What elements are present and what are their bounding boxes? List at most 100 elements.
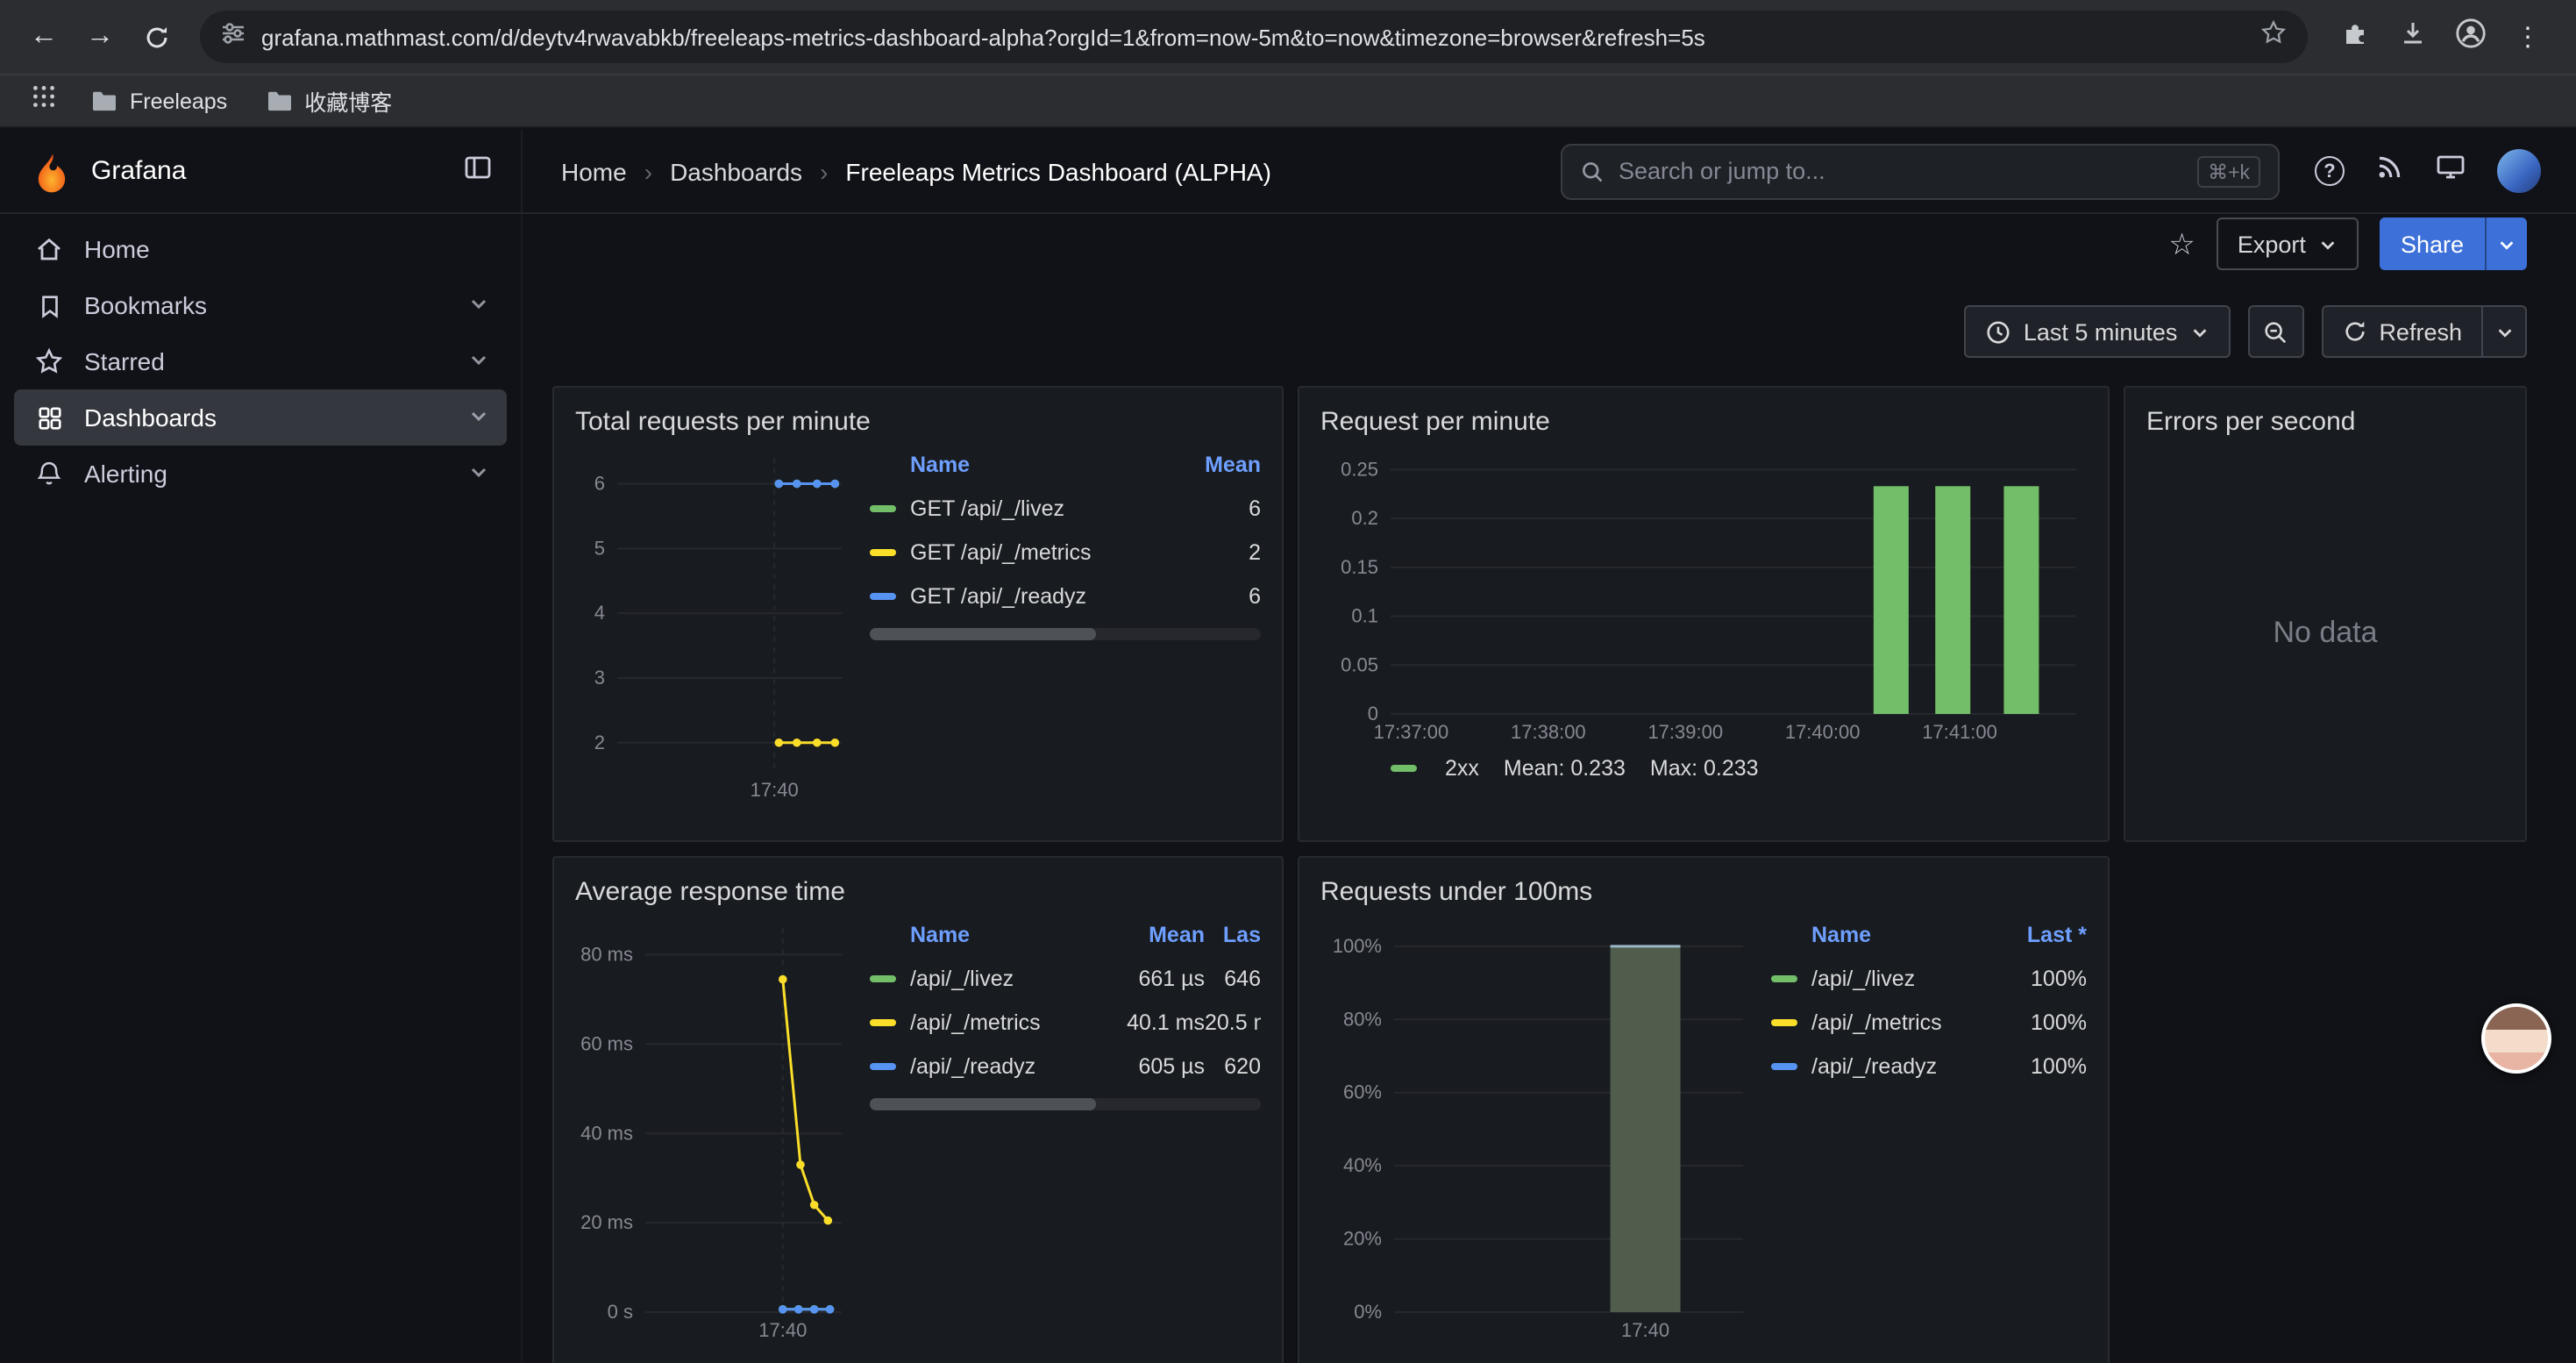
chevron-down-icon[interactable] [468,347,489,375]
refresh-interval-caret[interactable] [2481,305,2527,358]
legend-header-mean[interactable]: Mean [1103,923,1205,947]
panel-title[interactable]: Request per minute [1320,398,2087,444]
header-icons: ? [2280,149,2576,193]
sidebar-item-dashboards[interactable]: Dashboards [14,389,507,446]
svg-text:0.05: 0.05 [1341,653,1378,675]
legend-header-mean[interactable]: Mean [1166,453,1261,477]
legend-table: Name Last * /api/_/livez 100% [1771,914,2087,1363]
favorite-star-icon[interactable]: ☆ [2168,229,2195,259]
panel-title[interactable]: Requests under 100ms [1320,868,2087,914]
series-color-dash [1771,1062,1797,1069]
sidebar-item-alerting[interactable]: Alerting [14,446,507,502]
chevron-down-icon[interactable] [468,460,489,488]
folder-icon [91,89,117,112]
legend-row[interactable]: /api/_/readyz 100% [1771,1044,2087,1088]
reload-button[interactable] [130,11,182,63]
dock-menu-icon[interactable] [463,152,493,190]
svg-text:17:40: 17:40 [751,779,799,801]
zoom-out-icon [2262,318,2288,345]
svg-text:80%: 80% [1343,1008,1382,1030]
breadcrumb-separator: › [820,157,828,185]
search-input[interactable]: Search or jump to... ⌘+k [1561,143,2280,199]
svg-text:40 ms: 40 ms [580,1122,633,1144]
user-avatar[interactable] [2497,149,2541,193]
bookmarks-bar: Freeleaps 收藏博客 [0,74,2576,128]
legend-row[interactable]: GET /api/_/metrics 2 [870,530,1261,574]
monitor-icon[interactable] [2436,153,2466,189]
legend-header-name[interactable]: Name [1811,923,2006,947]
refresh-button[interactable]: Refresh [2321,305,2481,358]
svg-text:60 ms: 60 ms [580,1032,633,1054]
series-color-dash [1771,1018,1797,1025]
series-color-dash [870,592,896,599]
browser-toolbar: ← → grafana.mathmast.com/d/deytv4rwavabk… [0,0,2576,74]
legend-row[interactable]: /api/_/livez 100% [1771,956,2087,1000]
legend-row[interactable]: /api/_/metrics 100% [1771,1000,2087,1044]
legend-scrollbar[interactable] [870,1098,1261,1110]
clock-icon [1985,318,2011,345]
svg-text:0.1: 0.1 [1351,605,1378,627]
panel-under-100ms: Requests under 100ms 0%20%40%60%80%100%1… [1298,856,2110,1363]
zoom-out-button[interactable] [2247,305,2303,358]
export-button[interactable]: Export [2217,218,2359,270]
series-color-dash [870,974,896,981]
share-caret-button[interactable] [2485,218,2527,270]
refresh-button-group: Refresh [2321,305,2527,358]
legend-scrollbar[interactable] [870,628,1261,640]
legend-header-last[interactable]: Las [1205,923,1261,947]
extensions-icon[interactable] [2343,18,2371,55]
legend-header-name[interactable]: Name [910,923,1103,947]
legend-row[interactable]: /api/_/metrics 40.1 ms 20.5 m [870,1000,1261,1044]
time-range-picker[interactable]: Last 5 minutes [1964,305,2231,358]
search-placeholder: Search or jump to... [1619,158,2183,184]
panel-title[interactable]: Errors per second [2146,398,2504,444]
chevron-down-icon[interactable] [468,291,489,319]
rss-icon[interactable] [2376,153,2404,189]
breadcrumb-home[interactable]: Home [561,157,627,185]
bookmark-star-icon[interactable] [2260,19,2287,54]
chevron-down-icon[interactable] [468,403,489,432]
bookmark-item[interactable]: Freeleaps [81,89,238,113]
panel-title[interactable]: Total requests per minute [575,398,1261,444]
legend-header-name[interactable]: Name [910,453,1166,477]
series-color-dash [870,548,896,555]
chart-legend[interactable]: 2xx Mean: 0.233 Max: 0.233 [1320,756,2087,781]
breadcrumb-dashboards[interactable]: Dashboards [670,157,802,185]
svg-text:17:40: 17:40 [1621,1319,1669,1341]
svg-text:2: 2 [594,731,605,753]
site-info-icon[interactable] [221,20,246,54]
panel-title[interactable]: Average response time [575,868,1261,914]
svg-text:17:39:00: 17:39:00 [1647,721,1723,743]
profile-icon[interactable] [2455,17,2487,57]
grafana-logo [32,150,74,192]
dashboard-main: ☆ Export Share Last 5 m [523,214,2576,1363]
svg-text:0.15: 0.15 [1341,556,1378,578]
sidebar-item-home[interactable]: Home [14,221,507,277]
bookmark-item[interactable]: 收藏博客 [255,84,402,118]
legend-row[interactable]: /api/_/readyz 605 µs 620 [870,1044,1261,1088]
downloads-icon[interactable] [2399,18,2427,55]
svg-text:0.25: 0.25 [1341,458,1378,480]
help-icon[interactable]: ? [2315,156,2345,186]
legend-row[interactable]: GET /api/_/livez 6 [870,486,1261,530]
sidebar-item-bookmarks[interactable]: Bookmarks [14,277,507,333]
legend-row[interactable]: GET /api/_/readyz 6 [870,574,1261,617]
sidebar: Home Bookmarks Starred [0,214,523,1363]
svg-text:3: 3 [594,667,605,689]
apps-grid-icon[interactable] [25,84,63,118]
legend-max: Max: 0.233 [1650,756,1759,781]
menu-kebab-icon[interactable]: ⋮ [2515,24,2541,50]
forward-button[interactable]: → [74,11,126,63]
grafana-app: Grafana Home › Dashboards › Freeleaps Me… [0,130,2576,1363]
star-icon [35,347,63,375]
series-color-dash [870,504,896,511]
back-button[interactable]: ← [18,11,70,63]
url-bar[interactable]: grafana.mathmast.com/d/deytv4rwavabkb/fr… [200,11,2308,63]
floating-assistant-avatar[interactable] [2481,1003,2551,1074]
legend-header-last[interactable]: Last * [2006,923,2087,947]
share-button[interactable]: Share [2380,218,2485,270]
under-100ms-chart: 0%20%40%60%80%100%17:40 [1320,914,1754,1344]
sidebar-item-starred[interactable]: Starred [14,333,507,389]
legend-row[interactable]: /api/_/livez 661 µs 646 [870,956,1261,1000]
svg-text:20%: 20% [1343,1228,1382,1250]
